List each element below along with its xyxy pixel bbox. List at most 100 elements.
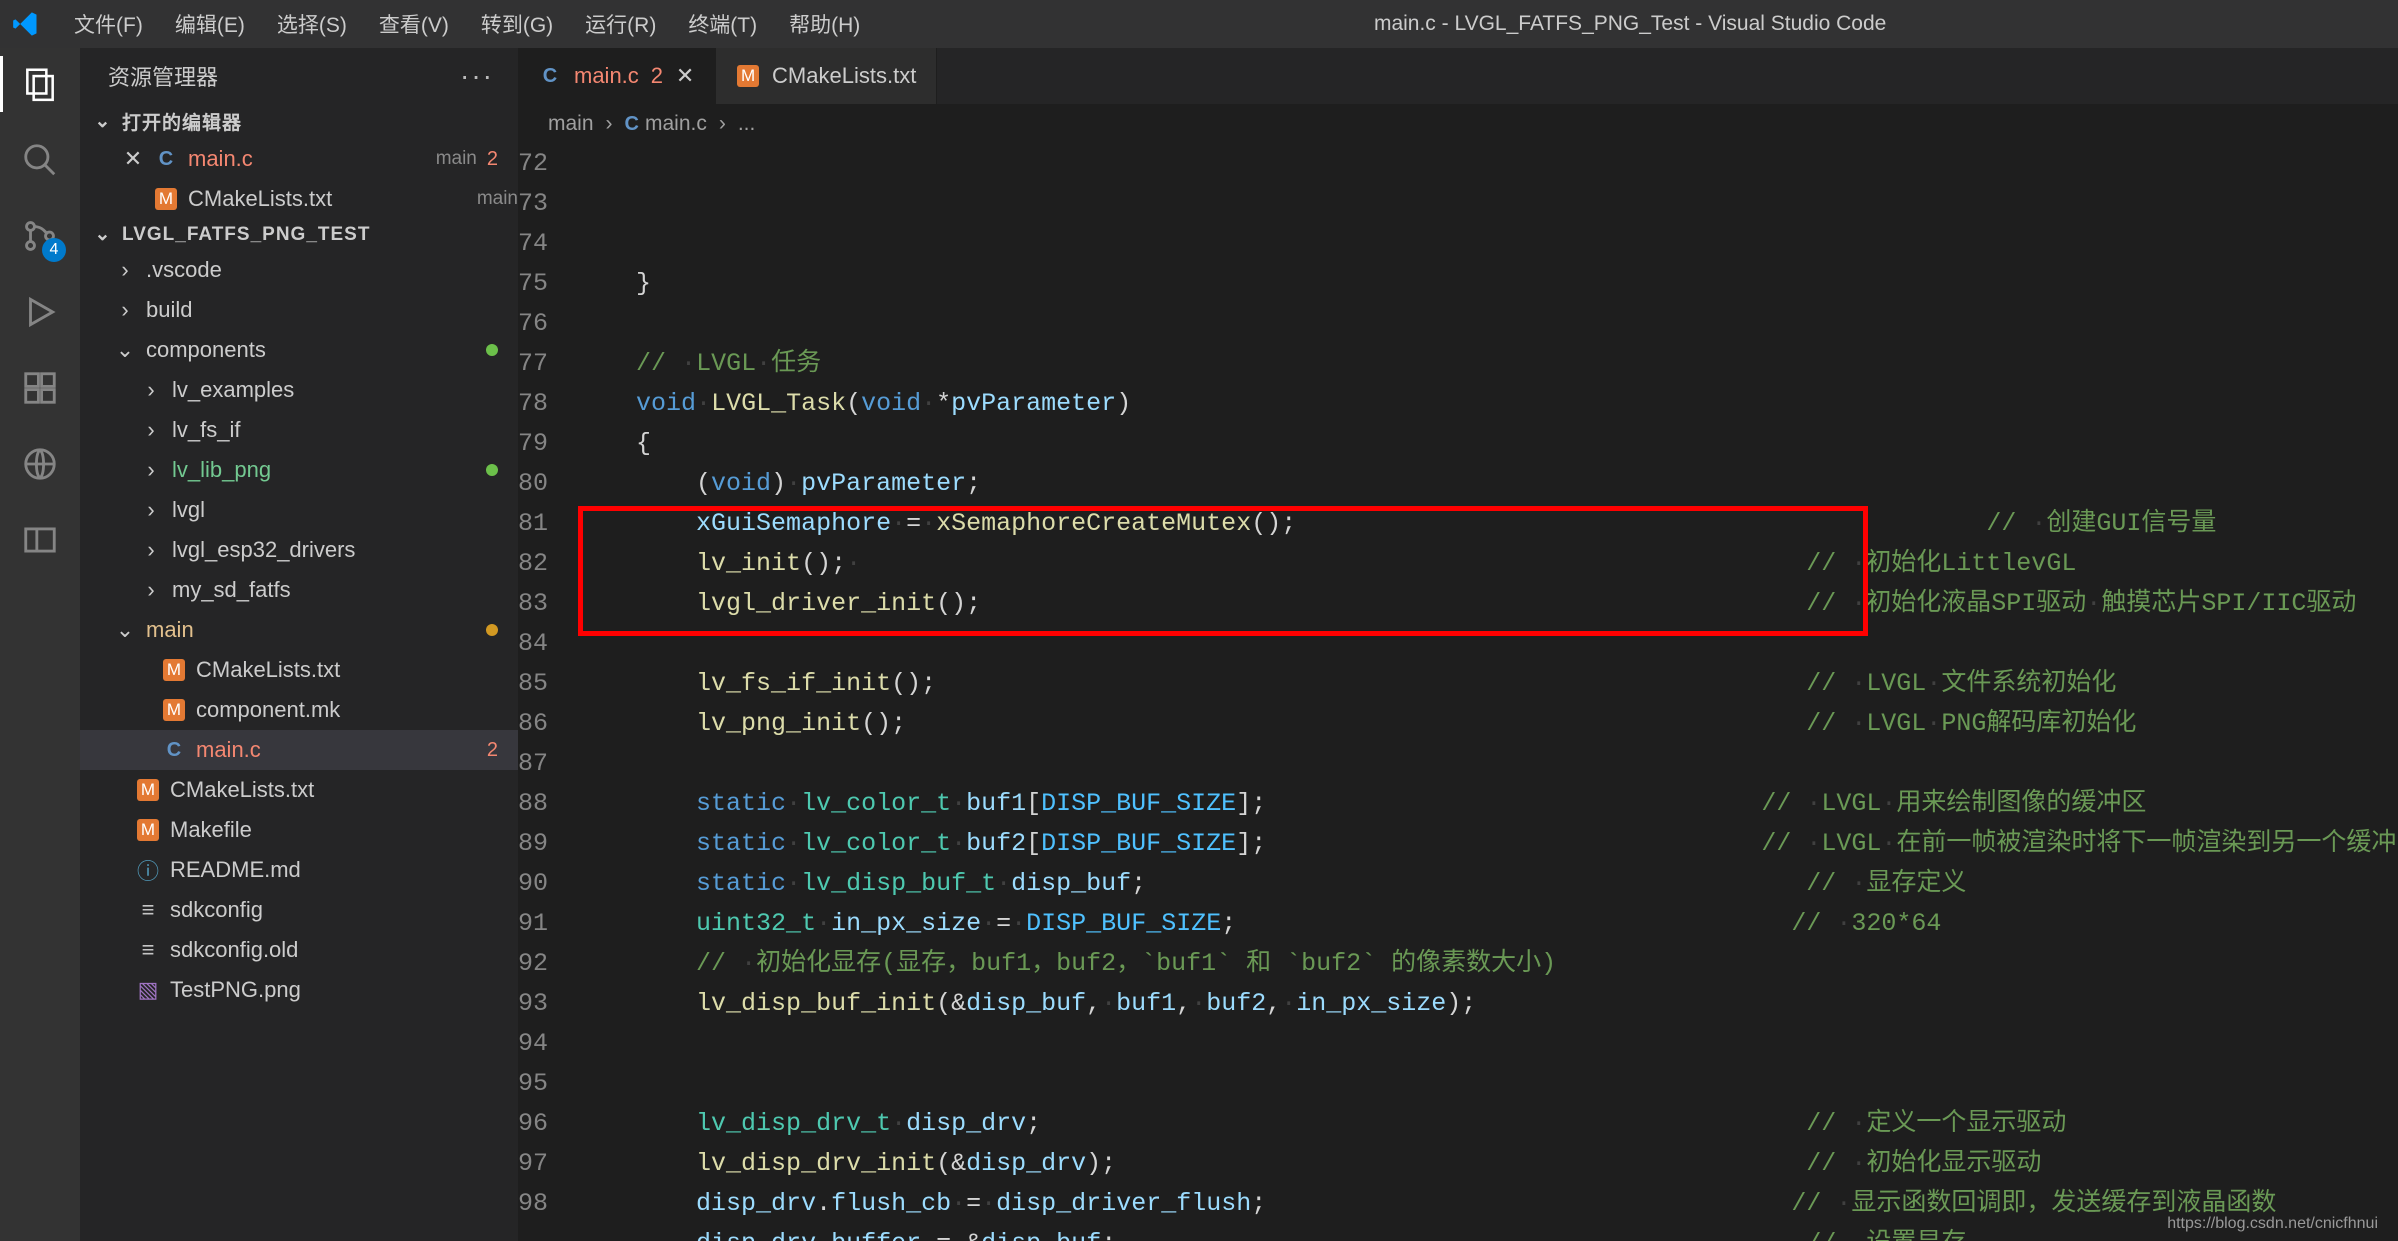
menu-item[interactable]: 文件(F) (60, 5, 157, 43)
menu-item[interactable]: 运行(R) (571, 5, 670, 43)
breadcrumb-item[interactable]: main (548, 112, 594, 136)
explorer-icon[interactable] (16, 60, 64, 108)
menu-item[interactable]: 查看(V) (365, 5, 463, 43)
code-line[interactable]: static·lv_color_t·buf1[DISP_BUF_SIZE]; /… (576, 784, 2398, 824)
file-item[interactable]: ▧TestPNG.png (80, 970, 518, 1010)
folder-item[interactable]: ›lvgl (80, 490, 518, 530)
code-line[interactable] (576, 1024, 2398, 1064)
folder-item[interactable]: ›lv_fs_if (80, 410, 518, 450)
file-item[interactable]: Cmain.c2 (80, 730, 518, 770)
folder-item[interactable]: ›build (80, 290, 518, 330)
code-line[interactable] (576, 624, 2398, 664)
file-item[interactable]: ≡sdkconfig (80, 890, 518, 930)
folder-name: lvgl (172, 497, 518, 523)
file-icon: C (154, 148, 178, 171)
breadcrumb-item[interactable]: Cmain.c (625, 112, 707, 136)
menu-item[interactable]: 帮助(H) (775, 5, 874, 43)
editor-tab[interactable]: MCMakeLists.txt (716, 48, 937, 104)
code-line[interactable]: void·LVGL_Task(void·*pvParameter) (576, 384, 2398, 424)
code-editor[interactable]: 7273747576777879808182838485868788899091… (518, 144, 2398, 1241)
folder-name: lvgl_esp32_drivers (172, 537, 518, 563)
code-line[interactable]: static·lv_disp_buf_t·disp_buf; // ·显存定义 (576, 864, 2398, 904)
folder-item[interactable]: ⌄components (80, 330, 518, 370)
line-number: 77 (518, 344, 548, 384)
more-icon[interactable]: ··· (460, 60, 494, 92)
remote-icon[interactable] (16, 440, 64, 488)
folder-name: main (146, 617, 476, 643)
code-line[interactable]: static·lv_color_t·buf2[DISP_BUF_SIZE]; /… (576, 824, 2398, 864)
code-line[interactable]: uint32_t·in_px_size·=·DISP_BUF_SIZE; // … (576, 904, 2398, 944)
breadcrumb-item[interactable]: ... (738, 112, 756, 136)
file-item[interactable]: MCMakeLists.txt (80, 650, 518, 690)
folder-item[interactable]: ›my_sd_fatfs (80, 570, 518, 610)
open-editors-header[interactable]: ⌄ 打开的编辑器 (80, 104, 518, 139)
code-line[interactable]: xGuiSemaphore·=·xSemaphoreCreateMutex();… (576, 504, 2398, 544)
file-icon: M (154, 188, 178, 210)
code-line[interactable]: disp_drv.flush_cb·=·disp_driver_flush; /… (576, 1184, 2398, 1224)
code-line[interactable] (576, 1064, 2398, 1104)
menu-item[interactable]: 转到(G) (467, 5, 567, 43)
code-line[interactable]: // ·LVGL·任务 (576, 344, 2398, 384)
code-line[interactable]: } (576, 264, 2398, 304)
code-line[interactable]: lv_fs_if_init(); // ·LVGL·文件系统初始化 (576, 664, 2398, 704)
open-editor-item[interactable]: MCMakeLists.txtmain (80, 179, 518, 219)
file-name: CMakeLists.txt (188, 186, 459, 212)
folder-name: my_sd_fatfs (172, 577, 518, 603)
layout-icon[interactable] (16, 516, 64, 564)
file-icon: ⓘ (136, 854, 160, 886)
code-line[interactable]: lv_init();· // ·初始化LittlevGL (576, 544, 2398, 584)
code-line[interactable]: lvgl_driver_init(); // ·初始化液晶SPI驱动·触摸芯片S… (576, 584, 2398, 624)
folder-name: lv_fs_if (172, 417, 518, 443)
code-line[interactable] (576, 304, 2398, 344)
code-content[interactable]: } // ·LVGL·任务 void·LVGL_Task(void·*pvPar… (576, 144, 2398, 1241)
code-line[interactable] (576, 744, 2398, 784)
file-icon: M (736, 65, 760, 87)
code-line[interactable]: lv_disp_drv_t·disp_drv; // ·定义一个显示驱动 (576, 1104, 2398, 1144)
line-number: 82 (518, 544, 548, 584)
code-line[interactable]: lv_png_init(); // ·LVGL·PNG解码库初始化 (576, 704, 2398, 744)
file-path: main (436, 148, 477, 170)
code-line[interactable]: lv_disp_drv_init(&disp_drv); // ·初始化显示驱动 (576, 1144, 2398, 1184)
problem-badge: 2 (487, 739, 498, 762)
code-line[interactable]: disp_drv.buffer·=·&disp_buf; // ·设置显存 (576, 1224, 2398, 1241)
breadcrumb[interactable]: main›Cmain.c›... (518, 104, 2398, 144)
chevron-right-icon: › (719, 112, 726, 136)
code-line[interactable]: { (576, 424, 2398, 464)
file-item[interactable]: ≡sdkconfig.old (80, 930, 518, 970)
close-icon[interactable]: ✕ (675, 66, 695, 86)
debug-icon[interactable] (16, 288, 64, 336)
sidebar-header: 资源管理器 ··· (80, 48, 518, 104)
scm-icon[interactable]: 4 (16, 212, 64, 260)
line-number-gutter: 7273747576777879808182838485868788899091… (518, 144, 576, 1241)
code-line[interactable]: (void)·pvParameter; (576, 464, 2398, 504)
folder-item[interactable]: ⌄main (80, 610, 518, 650)
file-item[interactable]: Mcomponent.mk (80, 690, 518, 730)
chevron-right-icon: › (140, 377, 162, 403)
code-line[interactable]: // ·初始化显存(显存，buf1，buf2，`buf1` 和 `buf2` 的… (576, 944, 2398, 984)
search-icon[interactable] (16, 136, 64, 184)
menu-item[interactable]: 选择(S) (263, 5, 361, 43)
menu-item[interactable]: 编辑(E) (161, 5, 259, 43)
menu-item[interactable]: 终端(T) (674, 5, 771, 43)
scm-badge: 4 (42, 238, 66, 262)
file-item[interactable]: ⓘREADME.md (80, 850, 518, 890)
folder-item[interactable]: ›lv_examples (80, 370, 518, 410)
editor-tab[interactable]: Cmain.c2✕ (518, 48, 716, 104)
file-item[interactable]: MMakefile (80, 810, 518, 850)
folder-item[interactable]: ›lv_lib_png (80, 450, 518, 490)
code-line[interactable]: lv_disp_buf_init(&disp_buf,·buf1,·buf2,·… (576, 984, 2398, 1024)
file-name: CMakeLists.txt (170, 777, 518, 803)
line-number: 80 (518, 464, 548, 504)
project-header[interactable]: ⌄ LVGL_FATFS_PNG_TEST (80, 219, 518, 250)
extensions-icon[interactable] (16, 364, 64, 412)
open-editor-item[interactable]: ✕Cmain.cmain2 (80, 139, 518, 179)
line-number: 74 (518, 224, 548, 264)
folder-item[interactable]: ›.vscode (80, 250, 518, 290)
menubar: 文件(F)编辑(E)选择(S)查看(V)转到(G)运行(R)终端(T)帮助(H) (60, 5, 874, 43)
sidebar-title: 资源管理器 (108, 60, 218, 92)
file-item[interactable]: MCMakeLists.txt (80, 770, 518, 810)
folder-item[interactable]: ›lvgl_esp32_drivers (80, 530, 518, 570)
close-icon[interactable]: ✕ (122, 146, 144, 172)
line-number: 89 (518, 824, 548, 864)
line-number: 75 (518, 264, 548, 304)
